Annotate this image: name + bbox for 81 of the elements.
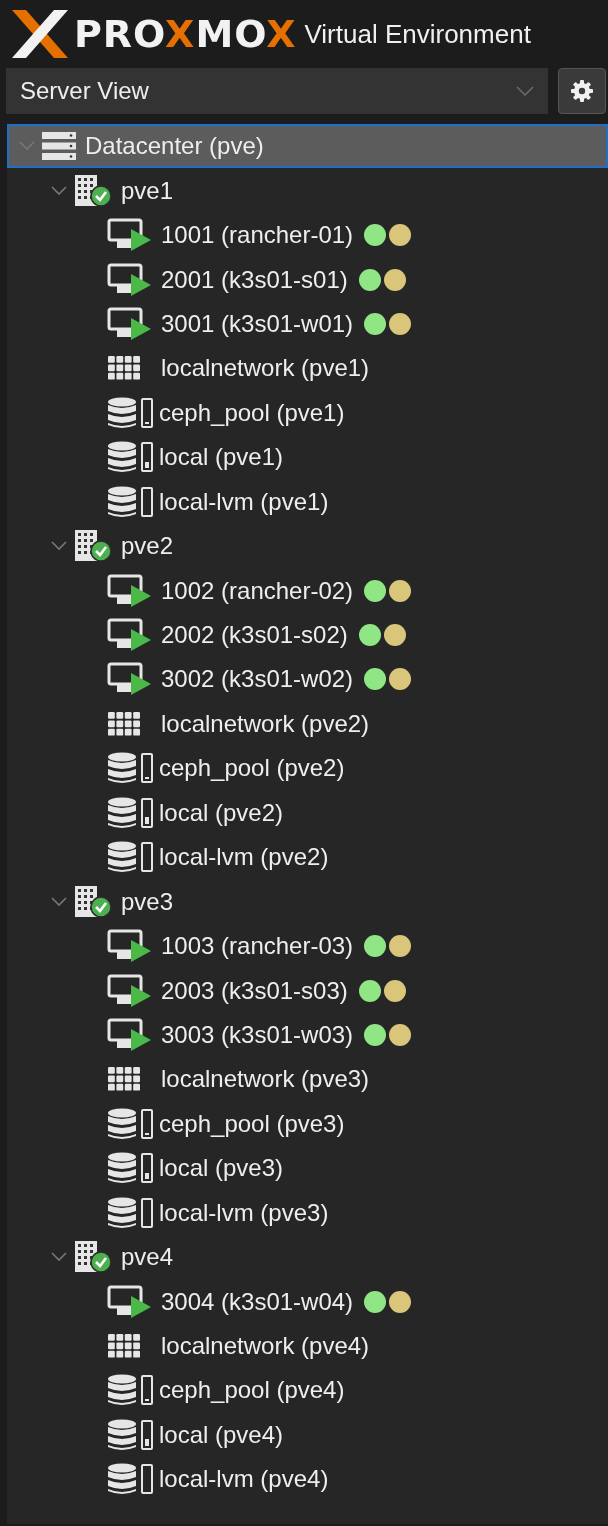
database-icon	[107, 485, 137, 518]
usage-bar	[141, 1464, 153, 1495]
usage-bar	[141, 1197, 153, 1228]
tree-label[interactable]: 1001 (rancher-01)	[161, 221, 354, 250]
tree-label[interactable]: ceph_pool (pve3)	[159, 1109, 345, 1138]
logo-icon	[10, 8, 70, 60]
expand-chevron-icon[interactable]	[51, 1252, 67, 1263]
monitor-play-icon	[107, 573, 153, 608]
usage-bar	[141, 1153, 153, 1184]
usage-bar	[141, 797, 153, 828]
tree-label[interactable]: local (pve2)	[159, 798, 284, 827]
tree-label[interactable]: local-lvm (pve2)	[159, 843, 329, 872]
tree-label[interactable]: ceph_pool (pve4)	[159, 1376, 345, 1405]
tree-label[interactable]: 1003 (rancher-03)	[161, 932, 354, 961]
usage-bar	[141, 1419, 153, 1450]
usage-bar	[141, 486, 153, 517]
tree-label[interactable]: 1002 (rancher-02)	[161, 576, 354, 605]
tree-label[interactable]: local (pve3)	[159, 1154, 284, 1183]
tree-label[interactable]: pve1	[121, 176, 174, 205]
building-check-icon	[73, 173, 113, 208]
database-icon	[107, 1107, 137, 1140]
expand-chevron-icon[interactable]	[51, 185, 67, 196]
database-icon	[107, 1463, 137, 1496]
database-icon	[107, 441, 137, 474]
tree-label[interactable]: local (pve1)	[159, 443, 284, 472]
tree-label[interactable]: local (pve4)	[159, 1420, 284, 1449]
tree-label[interactable]: pve3	[121, 887, 174, 916]
database-icon	[107, 752, 137, 785]
logo-text: PROXMOX	[74, 12, 297, 56]
monitor-play-icon	[107, 662, 153, 697]
tree-label[interactable]: localnetwork (pve3)	[161, 1065, 370, 1094]
building-check-icon	[73, 884, 113, 919]
tree-label[interactable]: localnetwork (pve2)	[161, 709, 370, 738]
usage-bar	[141, 753, 153, 784]
tree-label[interactable]: 2003 (k3s01-s03)	[161, 976, 348, 1005]
database-icon	[107, 796, 137, 829]
building-check-icon	[73, 1240, 113, 1275]
tree-label[interactable]: 3003 (k3s01-w03)	[161, 1020, 354, 1049]
database-icon	[107, 841, 137, 874]
database-icon	[107, 1152, 137, 1185]
tree-label[interactable]: 2001 (k3s01-s01)	[161, 265, 348, 294]
tree-label[interactable]: 3004 (k3s01-w04)	[161, 1287, 354, 1316]
monitor-play-icon	[107, 218, 153, 253]
tree-label[interactable]: localnetwork (pve1)	[161, 354, 370, 383]
monitor-play-icon	[107, 262, 153, 297]
monitor-play-icon	[107, 929, 153, 964]
tree-label[interactable]: pve2	[121, 532, 174, 561]
usage-bar	[141, 1108, 153, 1139]
usage-bar	[141, 1375, 153, 1406]
database-icon	[107, 1196, 137, 1229]
expand-chevron-icon[interactable]	[51, 896, 67, 907]
usage-bar	[141, 842, 153, 873]
selected-tree-row[interactable]: Datacenter (pve)	[7, 124, 608, 169]
database-icon	[107, 1374, 137, 1407]
settings-button[interactable]	[558, 68, 606, 114]
tree-label[interactable]: ceph_pool (pve2)	[159, 754, 345, 783]
database-icon	[107, 396, 137, 429]
tree-label[interactable]: 3001 (k3s01-w01)	[161, 309, 354, 338]
expand-chevron-icon[interactable]	[51, 541, 67, 552]
monitor-play-icon	[107, 1284, 153, 1319]
tree-label[interactable]: localnetwork (pve4)	[161, 1332, 370, 1361]
building-check-icon	[73, 529, 113, 564]
tree-label[interactable]: local-lvm (pve1)	[159, 487, 329, 516]
monitor-play-icon	[107, 973, 153, 1008]
monitor-play-icon	[107, 618, 153, 653]
tree-label[interactable]: 3002 (k3s01-w02)	[161, 665, 354, 694]
tree-label[interactable]: Datacenter (pve)	[85, 132, 264, 161]
tree-label[interactable]: ceph_pool (pve1)	[159, 398, 345, 427]
chevron-down-icon	[516, 86, 534, 96]
usage-bar	[141, 397, 153, 428]
view-dropdown[interactable]: Server View	[6, 68, 548, 114]
tree-label[interactable]: local-lvm (pve4)	[159, 1465, 329, 1494]
server-rack-icon	[41, 131, 77, 162]
usage-bar	[141, 442, 153, 473]
product-title: Virtual Environment	[304, 18, 531, 50]
tree-label[interactable]: local-lvm (pve3)	[159, 1198, 329, 1227]
tree-label[interactable]: 2002 (k3s01-s02)	[161, 621, 348, 650]
database-icon	[107, 1418, 137, 1451]
monitor-play-icon	[107, 1017, 153, 1052]
monitor-play-icon	[107, 306, 153, 341]
tree-label[interactable]: pve4	[121, 1243, 174, 1272]
